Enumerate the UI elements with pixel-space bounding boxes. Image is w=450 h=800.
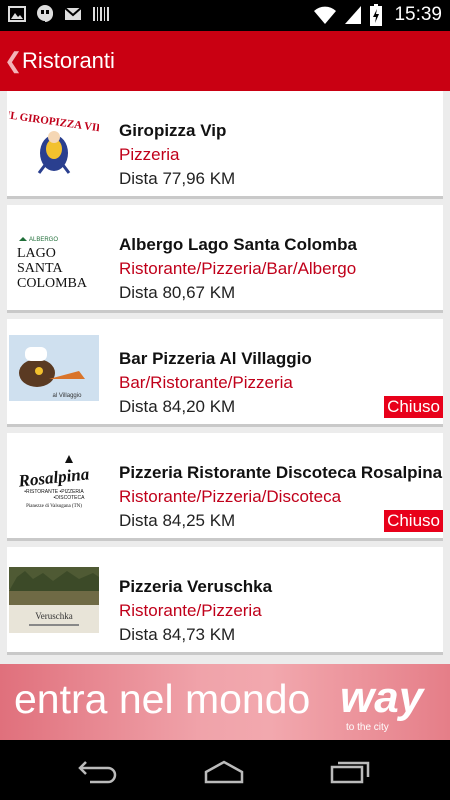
banner-text: entra nel mondo (14, 676, 311, 722)
al-villaggio-logo: al Villaggio (9, 335, 99, 401)
gmail-icon (64, 7, 82, 20)
restaurant-category: Pizzeria (119, 145, 180, 164)
barcode-icon (93, 7, 109, 21)
restaurant-distance: Dista 80,67 KM (119, 283, 236, 302)
ad-banner[interactable]: entra nel mondo way to the city (0, 664, 450, 740)
restaurant-card[interactable]: Veruschka Pizzeria Veruschka Ristorante/… (7, 547, 443, 655)
restaurant-category: Bar/Ristorante/Pizzeria (119, 373, 293, 392)
system-icons: 15:39 (314, 4, 442, 26)
restaurant-card[interactable]: IL GIROPIZZA VIP Giropizza Vip Pizzeria … (7, 91, 443, 199)
status-badge: Chiuso (384, 510, 443, 532)
way-logo-word: way (340, 673, 426, 722)
restaurant-name: Pizzeria Veruschka (119, 577, 273, 596)
clock: 15:39 (394, 4, 442, 25)
status-bar: 15:39 (0, 0, 450, 31)
logo-lago-text: LAGO (17, 246, 56, 261)
restaurant-distance: Dista 84,20 KM (119, 397, 236, 416)
way-logo: way to the city (340, 673, 426, 733)
recents-nav-icon[interactable] (328, 758, 372, 784)
restaurant-distance: Dista 77,96 KM (119, 169, 236, 188)
al-villaggio-logo-text: al Villaggio (53, 393, 83, 399)
wifi-icon (314, 6, 337, 24)
restaurant-category: Ristorante/Pizzeria/Discoteca (119, 487, 342, 506)
restaurant-card[interactable]: al Villaggio Bar Pizzeria Al Villaggio B… (7, 319, 443, 427)
page-title[interactable]: Ristoranti (22, 48, 115, 74)
status-badge: Chiuso (384, 396, 443, 418)
battery-icon (370, 4, 383, 26)
restaurant-category: Ristorante/Pizzeria/Bar/Albergo (119, 259, 357, 278)
rosalpina-logo: Rosalpina •RISTORANTE •PIZZERIA •DISCOTE… (17, 455, 91, 509)
notification-icons (8, 5, 110, 23)
giropizza-logo-text: IL GIROPIZZA VIP (9, 109, 99, 135)
signal-icon (345, 6, 362, 24)
restaurant-distance: Dista 84,25 KM (119, 511, 236, 530)
restaurant-card[interactable]: Rosalpina •RISTORANTE •PIZZERIA •DISCOTE… (7, 433, 443, 541)
navigation-bar (0, 740, 450, 800)
restaurant-name: Giropizza Vip (119, 121, 227, 140)
logo-colomba-text: COLOMBA (17, 276, 88, 291)
image-icon (8, 6, 26, 22)
lago-santa-colomba-logo: ALBERGO LAGO SANTA COLOMBA (17, 237, 88, 291)
restaurant-name: Albergo Lago Santa Colomba (119, 235, 358, 254)
hangouts-icon (37, 5, 53, 22)
app-bar: ❮ Ristoranti (0, 31, 450, 91)
restaurant-name: Bar Pizzeria Al Villaggio (119, 349, 312, 368)
way-logo-tagline: to the city (346, 722, 389, 733)
rosalpina-logo-location: Pianezze di Valsugana (TN) (26, 504, 82, 509)
restaurant-list[interactable]: IL GIROPIZZA VIP Giropizza Vip Pizzeria … (0, 91, 450, 664)
logo-albergo-text: ALBERGO (29, 237, 58, 243)
restaurant-distance: Dista 84,73 KM (119, 625, 236, 644)
veruschka-logo-text: Veruschka (35, 611, 73, 621)
home-nav-icon[interactable] (202, 758, 246, 784)
veruschka-logo: Veruschka (9, 567, 99, 633)
rosalpina-logo-discoteca: •DISCOTECA (54, 495, 86, 501)
rosalpina-logo-text: Rosalpina (17, 464, 91, 490)
restaurant-category: Ristorante/Pizzeria (119, 601, 262, 620)
restaurant-name: Pizzeria Ristorante Discoteca Rosalpina (119, 463, 443, 482)
back-nav-icon[interactable] (76, 758, 120, 784)
restaurant-card[interactable]: ALBERGO LAGO SANTA COLOMBA Albergo Lago … (7, 205, 443, 313)
logo-santa-text: SANTA (17, 261, 63, 276)
giropizza-logo: IL GIROPIZZA VIP (9, 109, 99, 174)
back-chevron-icon[interactable]: ❮ (4, 48, 22, 74)
